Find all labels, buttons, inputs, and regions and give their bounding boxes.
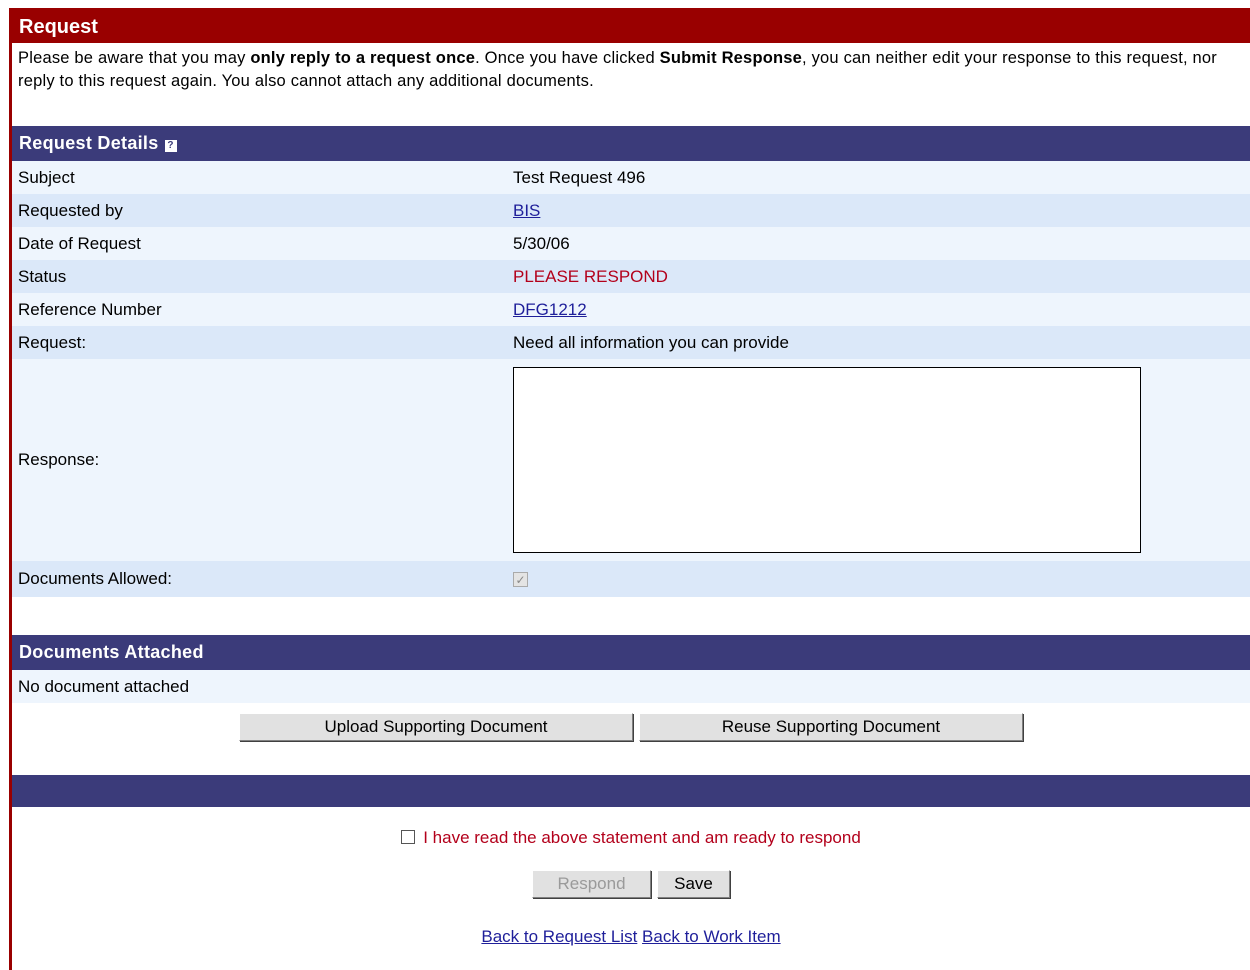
section-title: Request Details — [19, 133, 159, 153]
status-value: PLEASE RESPOND — [513, 266, 668, 286]
field-label: Request: — [18, 332, 87, 352]
reference-number-link[interactable]: DFG1212 — [513, 300, 587, 319]
notice-part: . Once you have clicked — [475, 49, 660, 67]
documents-attached-header: Documents Attached — [12, 635, 1250, 670]
actions-header-bar — [12, 775, 1250, 807]
confirm-statement: I have read the above statement and am r… — [12, 807, 1250, 858]
request-details-header: Request Details? — [12, 126, 1250, 161]
notice-emphasis: Submit Response — [659, 49, 803, 67]
field-label: Date of Request — [18, 233, 141, 253]
reuse-document-button[interactable]: Reuse Supporting Document — [639, 713, 1023, 741]
confirm-checkbox[interactable] — [401, 830, 416, 844]
response-textarea[interactable] — [513, 367, 1141, 553]
page-title: Request — [12, 8, 1250, 43]
field-label: Status — [18, 266, 67, 286]
row-documents-allowed: Documents Allowed: ✓ — [12, 561, 1250, 597]
row-reference: Reference Number DFG1212 — [12, 293, 1250, 326]
row-date: Date of Request 5/30/06 — [12, 227, 1250, 260]
row-response: Response: — [12, 359, 1250, 561]
action-buttons: Respond Save — [12, 858, 1250, 902]
documents-allowed-checkbox: ✓ — [513, 571, 528, 587]
back-to-work-item-link[interactable]: Back to Work Item — [642, 927, 781, 946]
row-request: Request: Need all information you can pr… — [12, 326, 1250, 359]
row-status: Status PLEASE RESPOND — [12, 260, 1250, 293]
subject-value: Test Request 496 — [513, 167, 646, 187]
back-links: Back to Request List Back to Work Item — [12, 902, 1250, 947]
requested-by-link[interactable]: BIS — [513, 201, 540, 220]
row-no-documents: No document attached — [12, 670, 1250, 703]
save-button[interactable]: Save — [657, 870, 730, 898]
field-label: Subject — [18, 167, 75, 187]
notice-text: Please be aware that you may only reply … — [12, 43, 1250, 126]
request-page: Request Please be aware that you may onl… — [12, 8, 1250, 947]
respond-button[interactable]: Respond — [532, 870, 651, 898]
row-subject: Subject Test Request 496 — [12, 161, 1250, 194]
date-value: 5/30/06 — [513, 233, 570, 253]
field-label: Response: — [18, 450, 100, 469]
field-label: Requested by — [18, 200, 123, 220]
notice-part: Please be aware that you may — [18, 49, 251, 67]
field-label: Documents Allowed: — [18, 569, 173, 588]
confirm-label[interactable]: I have read the above statement and am r… — [423, 828, 861, 847]
field-label: Reference Number — [18, 299, 162, 319]
document-buttons: Upload Supporting Document Reuse Support… — [12, 703, 1250, 753]
row-requested-by: Requested by BIS — [12, 194, 1250, 227]
no-document-text: No document attached — [18, 676, 190, 696]
back-to-request-list-link[interactable]: Back to Request List — [481, 927, 637, 946]
help-icon[interactable]: ? — [164, 140, 177, 152]
upload-document-button[interactable]: Upload Supporting Document — [239, 713, 633, 741]
notice-emphasis: only reply to a request once — [250, 49, 476, 67]
request-value: Need all information you can provide — [513, 332, 789, 352]
